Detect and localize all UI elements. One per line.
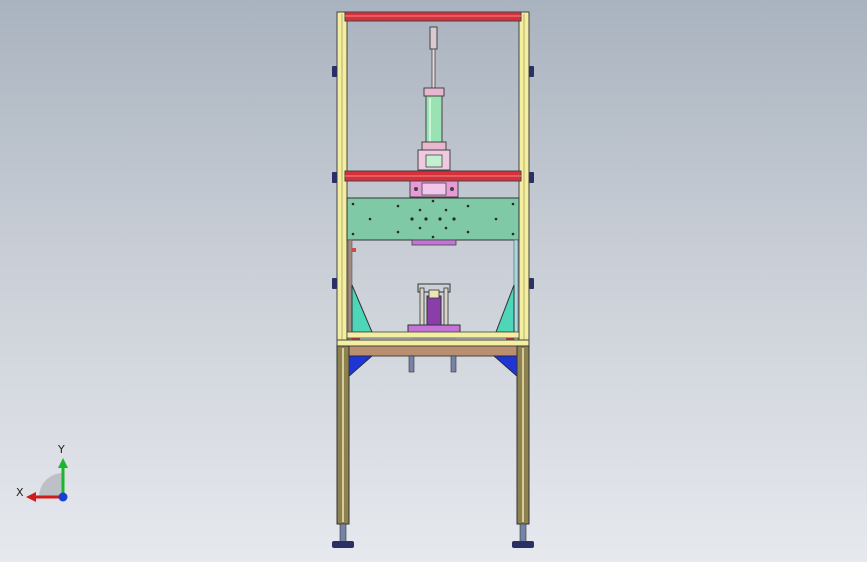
cad-model-drawing xyxy=(26,11,534,548)
axis-triad xyxy=(26,458,68,502)
y-axis-label: Y xyxy=(58,443,65,456)
green-press-plate xyxy=(346,197,520,246)
work-area xyxy=(336,239,530,379)
cad-viewport[interactable]: Y X xyxy=(0,0,867,562)
legs xyxy=(332,345,534,548)
x-axis-label: X xyxy=(16,486,24,499)
